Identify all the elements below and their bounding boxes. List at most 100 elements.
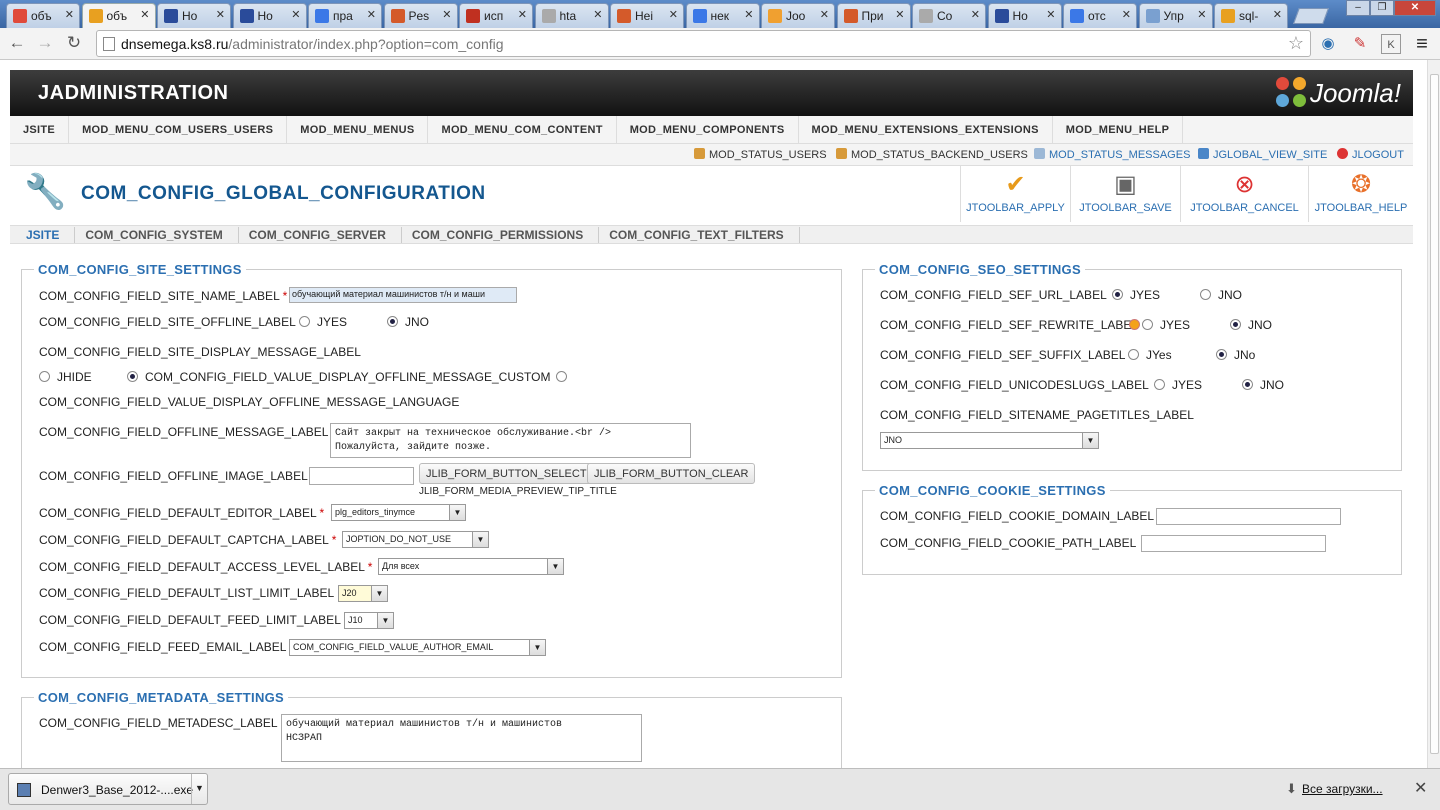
download-item[interactable]: Denwer3_Base_2012-....exe ▼	[8, 773, 208, 805]
new-tab-button[interactable]	[1293, 8, 1329, 24]
browser-tab[interactable]: пра ✕	[308, 3, 382, 28]
tab-close-icon[interactable]: ✕	[669, 8, 678, 21]
config-tab[interactable]: COM_CONFIG_SYSTEM	[75, 227, 239, 243]
browser-tab[interactable]: Упр ✕	[1138, 3, 1213, 28]
offline-no-radio[interactable]	[387, 316, 398, 327]
view-site-link[interactable]: JGLOBAL_VIEW_SITE	[1198, 148, 1327, 161]
image-clear-button[interactable]: JLIB_FORM_BUTTON_CLEAR	[587, 463, 756, 484]
tab-close-icon[interactable]: ✕	[1046, 8, 1055, 21]
tab-close-icon[interactable]: ✕	[971, 8, 980, 21]
all-downloads-link[interactable]: Все загрузки...	[1302, 782, 1383, 796]
reload-icon[interactable]: ↻	[63, 33, 85, 53]
config-tab[interactable]: COM_CONFIG_SERVER	[239, 227, 402, 243]
admin-menu-item[interactable]: MOD_MENU_COM_CONTENT	[428, 116, 617, 144]
feed-email-select[interactable]: COM_CONFIG_FIELD_VALUE_AUTHOR_EMAIL ▼	[289, 639, 546, 656]
forward-icon[interactable]: →	[34, 33, 56, 53]
status-messages[interactable]: MOD_STATUS_MESSAGES	[1034, 148, 1190, 161]
status-users[interactable]: MOD_STATUS_USERS	[694, 148, 827, 161]
admin-menu-item[interactable]: MOD_MENU_COM_USERS_USERS	[69, 116, 288, 144]
browser-tab[interactable]: Ho ✕	[987, 3, 1062, 28]
minimize-button[interactable]: –	[1346, 0, 1370, 16]
offline-message-textarea[interactable]: Сайт закрыт на техническое обслуживание.…	[330, 423, 691, 458]
sef-suffix-no-radio[interactable]	[1216, 349, 1227, 360]
unicodeslugs-no-radio[interactable]	[1242, 379, 1253, 390]
tab-close-icon[interactable]: ✕	[1122, 8, 1131, 21]
offline-image-input[interactable]	[309, 467, 414, 485]
tab-close-icon[interactable]: ✕	[367, 8, 376, 21]
browser-tab[interactable]: Co ✕	[912, 3, 986, 28]
admin-menu-item[interactable]: MOD_MENU_MENUS	[287, 116, 429, 144]
default-access-select[interactable]: Для всех ▼	[378, 558, 564, 575]
display-hide-radio[interactable]	[39, 371, 50, 382]
scrollbar-thumb[interactable]	[1430, 74, 1439, 754]
browser-tab[interactable]: Joo ✕	[761, 3, 835, 28]
display-custom-radio[interactable]	[127, 371, 138, 382]
back-icon[interactable]: ←	[6, 33, 28, 53]
tab-close-icon[interactable]: ✕	[820, 8, 829, 21]
tab-close-icon[interactable]: ✕	[744, 8, 753, 21]
close-window-button[interactable]: ✕	[1394, 0, 1436, 16]
feed-limit-select[interactable]: J10 ▼	[344, 612, 394, 629]
tab-close-icon[interactable]: ✕	[518, 8, 527, 21]
browser-tab[interactable]: hta ✕	[534, 3, 609, 28]
sef-rewrite-yes-radio[interactable]	[1142, 319, 1153, 330]
apply-button[interactable]: ✔ JTOOLBAR_APPLY	[960, 166, 1070, 222]
tab-close-icon[interactable]: ✕	[216, 8, 225, 21]
extension-eye-icon[interactable]: ◉	[1318, 34, 1338, 54]
menu-icon[interactable]: ≡	[1412, 34, 1432, 54]
config-tab[interactable]: COM_CONFIG_PERMISSIONS	[402, 227, 600, 243]
admin-menu-item[interactable]: MOD_MENU_HELP	[1053, 116, 1184, 144]
tab-close-icon[interactable]: ✕	[65, 8, 74, 21]
browser-tab[interactable]: исп ✕	[459, 3, 533, 28]
tab-close-icon[interactable]: ✕	[140, 8, 149, 21]
pagetitles-select[interactable]: JNO ▼	[880, 432, 1099, 449]
unicodeslugs-yes-radio[interactable]	[1154, 379, 1165, 390]
site-name-input[interactable]: обучающий материал машинистов т/н и маши	[289, 287, 517, 303]
cancel-button[interactable]: ⊗ JTOOLBAR_CANCEL	[1180, 166, 1308, 222]
browser-tab[interactable]: Pes ✕	[383, 3, 458, 28]
status-backend-users[interactable]: MOD_STATUS_BACKEND_USERS	[836, 148, 1028, 161]
page-scrollbar[interactable]	[1427, 60, 1440, 768]
display-language-radio[interactable]	[556, 371, 567, 382]
tab-close-icon[interactable]: ✕	[442, 8, 451, 21]
logout-link[interactable]: JLOGOUT	[1337, 148, 1404, 161]
help-button[interactable]: ❂ JTOOLBAR_HELP	[1308, 166, 1413, 222]
sef-url-no-radio[interactable]	[1200, 289, 1211, 300]
admin-menu-item[interactable]: MOD_MENU_COMPONENTS	[617, 116, 799, 144]
cookie-domain-input[interactable]	[1156, 508, 1341, 525]
browser-tab[interactable]: sql- ✕	[1214, 3, 1288, 28]
sef-rewrite-no-radio[interactable]	[1230, 319, 1241, 330]
admin-menu-item[interactable]: JSITE	[10, 116, 70, 144]
sef-url-yes-radio[interactable]	[1112, 289, 1123, 300]
image-select-button[interactable]: JLIB_FORM_BUTTON_SELECT	[419, 463, 594, 484]
cookie-path-input[interactable]	[1141, 535, 1326, 552]
default-editor-select[interactable]: plg_editors_tinymce ▼	[331, 504, 466, 521]
extension-k-icon[interactable]: K	[1381, 34, 1401, 54]
browser-tab[interactable]: Ho ✕	[232, 3, 307, 28]
config-tab[interactable]: JSITE	[16, 227, 76, 243]
metadesc-textarea[interactable]: обучающий материал машинистов т/н и маши…	[281, 714, 642, 762]
sef-suffix-yes-radio[interactable]	[1128, 349, 1139, 360]
tab-close-icon[interactable]: ✕	[1197, 8, 1206, 21]
offline-yes-radio[interactable]	[299, 316, 310, 327]
close-icon[interactable]: ✕	[1414, 778, 1427, 798]
bookmark-star-icon[interactable]: ☆	[1288, 33, 1304, 54]
config-tab[interactable]: COM_CONFIG_TEXT_FILTERS	[599, 227, 800, 243]
browser-tab[interactable]: Hei ✕	[610, 3, 684, 28]
browser-tab[interactable]: объ ✕	[81, 3, 156, 28]
list-limit-select[interactable]: J20 ▼	[338, 585, 388, 602]
tab-close-icon[interactable]: ✕	[291, 8, 300, 21]
browser-tab[interactable]: нек ✕	[685, 3, 760, 28]
browser-tab[interactable]: отс ✕	[1063, 3, 1137, 28]
browser-tab[interactable]: При ✕	[836, 3, 911, 28]
address-bar[interactable]: dnsemega.ks8.ru/administrator/index.php?…	[96, 30, 1311, 57]
extension-pen-icon[interactable]: ✎	[1350, 34, 1370, 54]
save-button[interactable]: ▣ JTOOLBAR_SAVE	[1070, 166, 1180, 222]
default-captcha-select[interactable]: JOPTION_DO_NOT_USE ▼	[342, 531, 489, 548]
tab-close-icon[interactable]: ✕	[593, 8, 602, 21]
maximize-button[interactable]: ❐	[1370, 0, 1394, 16]
tab-close-icon[interactable]: ✕	[1273, 8, 1282, 21]
tab-close-icon[interactable]: ✕	[895, 8, 904, 21]
admin-menu-item[interactable]: MOD_MENU_EXTENSIONS_EXTENSIONS	[799, 116, 1053, 144]
chevron-down-icon[interactable]: ▼	[191, 774, 207, 804]
